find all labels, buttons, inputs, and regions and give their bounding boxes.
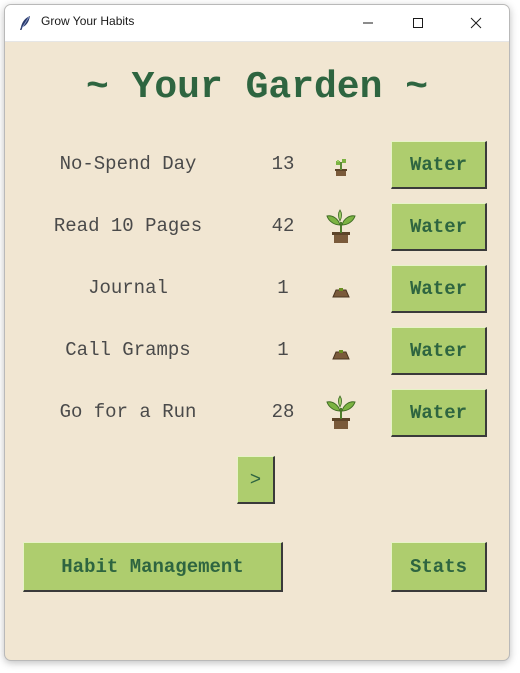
water-button[interactable]: Water — [391, 203, 487, 251]
habit-row: Read 10 Pages 42 Water — [5, 202, 509, 252]
habit-row: No-Spend Day 13 Water — [5, 140, 509, 190]
close-button[interactable] — [453, 5, 499, 41]
habit-count: 28 — [271, 401, 295, 423]
soil-mound-icon — [332, 350, 350, 360]
habit-row: Call Gramps 1 Water — [5, 326, 509, 376]
soil-mound-icon — [332, 288, 350, 298]
potted-plant-icon — [326, 209, 356, 243]
water-button[interactable]: Water — [391, 141, 487, 189]
stats-button[interactable]: Stats — [391, 542, 487, 592]
window-title: Grow Your Habits — [41, 14, 135, 28]
habit-row: Go for a Run 28 Water — [5, 388, 509, 438]
maximize-button[interactable] — [395, 5, 441, 41]
next-page-button[interactable]: > — [237, 456, 275, 504]
feather-icon — [20, 16, 30, 30]
habit-management-button[interactable]: Habit Management — [23, 542, 283, 592]
habit-name: Read 10 Pages — [53, 215, 203, 237]
title-bar[interactable]: Grow Your Habits — [5, 5, 509, 42]
habit-name: Call Gramps — [65, 339, 191, 361]
garden-panel: ~ Your Garden ~ No-Spend Day 13 Water Re… — [5, 42, 509, 660]
minimize-button[interactable] — [345, 5, 391, 41]
water-button[interactable]: Water — [391, 327, 487, 375]
habit-count: 42 — [271, 215, 295, 237]
habit-count: 1 — [277, 277, 289, 299]
minimize-icon — [363, 22, 373, 24]
close-icon — [470, 17, 482, 29]
habit-name: No-Spend Day — [59, 153, 197, 175]
app-window: Grow Your Habits ~ Your Garden ~ No-Spen… — [4, 4, 510, 661]
water-button[interactable]: Water — [391, 389, 487, 437]
page-title: ~ Your Garden ~ — [85, 66, 429, 109]
habit-name: Journal — [88, 277, 168, 299]
habit-count: 13 — [271, 153, 295, 175]
maximize-icon — [413, 18, 423, 28]
potted-plant-icon — [326, 395, 356, 429]
habit-row: Journal 1 Water — [5, 264, 509, 314]
small-sprout-icon — [335, 159, 347, 176]
water-button[interactable]: Water — [391, 265, 487, 313]
habit-name: Go for a Run — [59, 401, 197, 423]
habit-count: 1 — [277, 339, 289, 361]
